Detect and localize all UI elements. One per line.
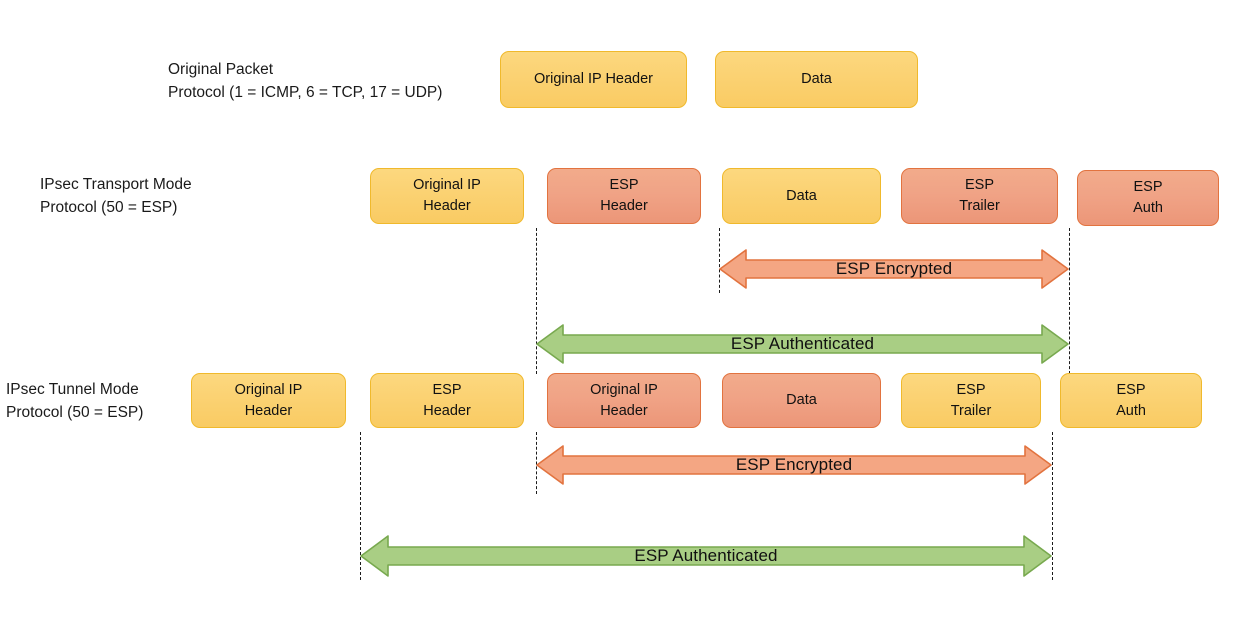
arrow-label-tunnel-esp-authenticated: ESP Authenticated [634,546,778,565]
row-label-line1: IPsec Tunnel Mode [6,381,139,398]
arrow-transport-esp-encrypted: ESP Encrypted [719,247,1069,291]
packet-field-original-packet-data: Data [715,51,918,108]
row-label-line2: Protocol (1 = ICMP, 6 = TCP, 17 = UDP) [168,84,443,101]
row-label-transport-mode: IPsec Transport Mode Protocol (50 = ESP) [40,173,192,219]
row-label-line1: Original Packet [168,61,274,78]
packet-field-original-packet-orig-ip-header: Original IP Header [500,51,687,108]
ipsec-esp-diagram: Original Packet Protocol (1 = ICMP, 6 = T… [0,0,1245,637]
packet-field-tunnel-new-ip-header: Original IP Header [191,373,346,428]
arrow-label-transport-esp-encrypted: ESP Encrypted [835,259,953,278]
arrow-label-transport-esp-authenticated: ESP Authenticated [730,334,875,353]
guide-line-transport-right [1069,228,1070,374]
packet-field-tunnel-orig-ip-header: Original IP Header [547,373,701,428]
row-label-line2: Protocol (50 = ESP) [6,404,144,421]
arrow-transport-esp-authenticated: ESP Authenticated [536,322,1069,366]
packet-field-tunnel-esp-trailer: ESP Trailer [901,373,1041,428]
packet-field-transport-orig-ip-header: Original IP Header [370,168,524,224]
packet-field-transport-esp-auth: ESP Auth [1077,170,1219,226]
arrow-label-tunnel-esp-encrypted: ESP Encrypted [735,455,853,474]
guide-line-tunnel-right [1052,432,1053,580]
row-label-tunnel-mode: IPsec Tunnel Mode Protocol (50 = ESP) [6,378,143,424]
arrow-tunnel-esp-authenticated: ESP Authenticated [360,533,1052,579]
packet-field-tunnel-esp-header: ESP Header [370,373,524,428]
row-label-line1: IPsec Transport Mode [40,176,192,193]
row-label-line2: Protocol (50 = ESP) [40,199,178,216]
packet-field-transport-esp-header: ESP Header [547,168,701,224]
packet-field-tunnel-data: Data [722,373,881,428]
arrow-tunnel-esp-encrypted: ESP Encrypted [536,443,1052,487]
packet-field-tunnel-esp-auth: ESP Auth [1060,373,1202,428]
packet-field-transport-esp-trailer: ESP Trailer [901,168,1058,224]
row-label-original-packet: Original Packet Protocol (1 = ICMP, 6 = T… [168,58,442,104]
packet-field-transport-data: Data [722,168,881,224]
